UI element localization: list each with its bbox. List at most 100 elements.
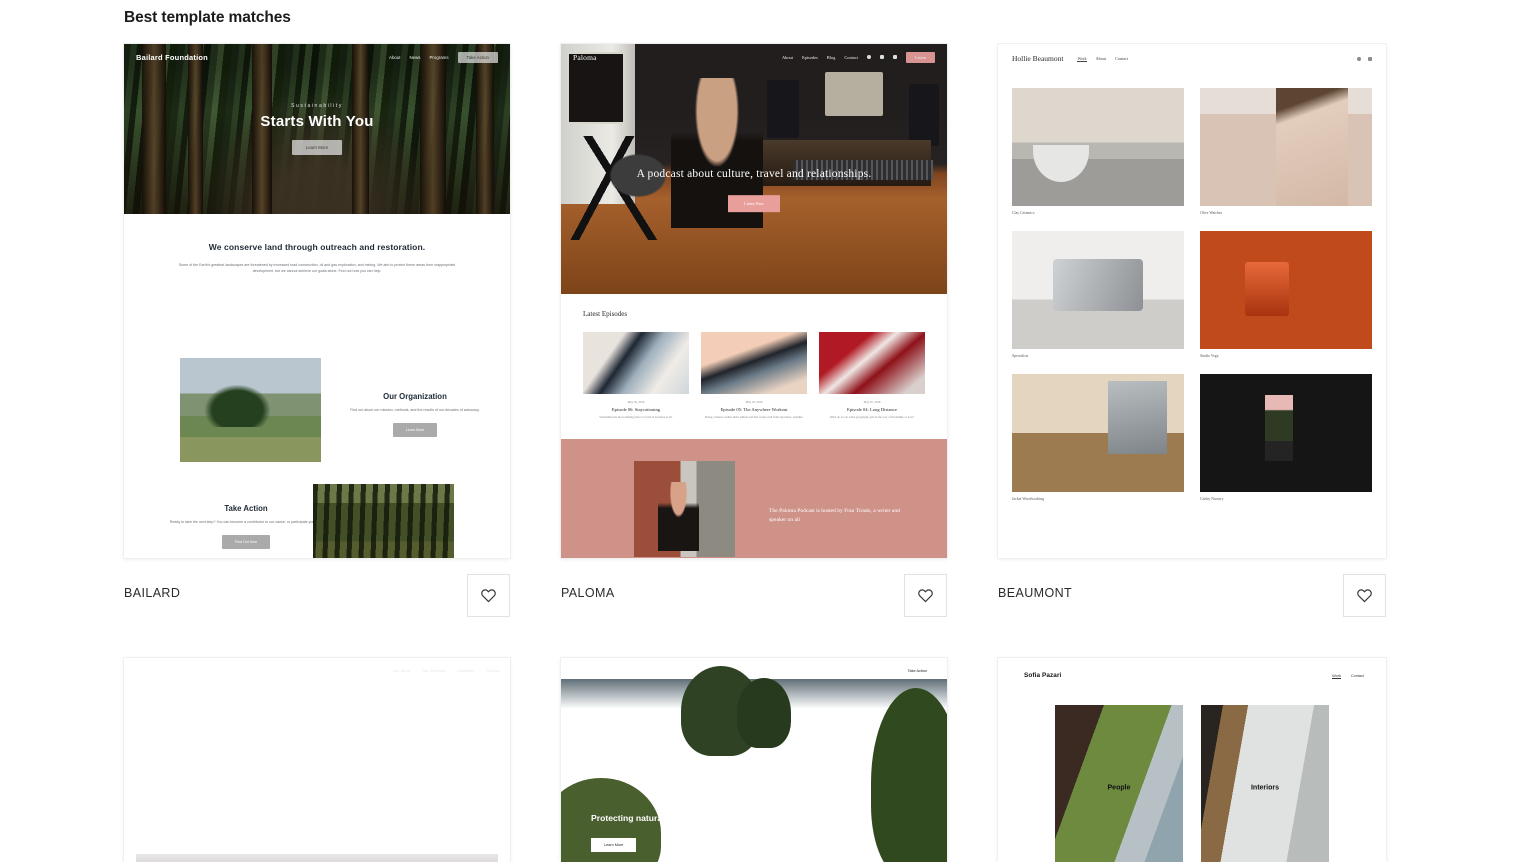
nav-link-contact: Contact [1115,55,1129,61]
gallery-caption: Specialists [1012,354,1029,358]
nolan-feature-image [136,854,498,862]
clarkson-brand: Clarkson [591,666,618,672]
template-name-paloma: PALOMA [561,586,615,600]
instagram-icon [851,668,855,672]
decorative-speaker [909,84,939,146]
episode-date: May 30, 2019 [627,400,645,404]
episode-artwork [819,332,925,394]
hero-eyebrow: Sustainability [291,103,343,109]
template-card-bailard[interactable]: Bailard Foundation About News Programs T… [124,44,510,617]
nav-link-work: Work [1077,55,1087,62]
hero-title: Starts With You [260,113,374,130]
gallery-item: Jacket Woodworking [1012,374,1184,501]
bailard-intro: We conserve land through outreach and re… [124,214,510,275]
instagram-icon [1357,56,1361,61]
gallery-label: People [1107,784,1131,791]
bailard-site-preview: Bailard Foundation About News Programs T… [124,44,510,558]
bailard-nav-links: About News Programs Take Action [389,51,498,63]
nav-link-programs: Programs [429,54,449,60]
paloma-hero-text: A podcast about culture, travel and rela… [561,166,947,212]
beaumont-gallery: Clay Ceramics Olive Watches Specialists [1012,88,1372,501]
instagram-icon [867,55,872,59]
organization-learn-more-button: Learn More [392,422,438,437]
nav-link-about: About [774,668,785,672]
twitter-icon [1368,56,1372,61]
nolan-nav-links: Our Work Our Services Company Contact [393,668,500,673]
paloma-hero: Paloma About Episodes Blog Contact Liste… [561,44,947,294]
gallery-image [1200,231,1372,349]
template-card-nolan[interactable]: Nolan & Co Our Work Our Services Company… [124,658,510,862]
episode-artwork [583,332,689,394]
heart-icon [1357,589,1372,603]
decorative-tree [737,678,791,748]
episodes-heading: Latest Episodes [583,310,628,318]
episode-title: Episode 06: Staycationing [611,407,661,412]
gallery-caption: Olive Watches [1200,211,1223,215]
template-preview-paloma[interactable]: Paloma About Episodes Blog Contact Liste… [561,44,947,558]
template-preview-nolan[interactable]: Nolan & Co Our Work Our Services Company… [124,658,510,862]
hero-learn-more-button: Learn More [291,140,343,155]
heart-icon [918,589,933,603]
gallery-image [1012,88,1184,206]
nav-link-blog: Blog [826,54,836,60]
gallery-image [1012,231,1184,349]
episodes-row: May 30, 2019 Episode 06: Staycationing S… [583,332,925,420]
paloma-episodes-section: Latest Episodes May 30, 2019 Episode 06:… [561,294,947,439]
episode-date: May 07, 2019 [863,400,881,404]
episode-artwork [701,332,807,394]
template-preview-bailard[interactable]: Bailard Foundation About News Programs T… [124,44,510,558]
gallery-item: Studio Vega [1200,231,1372,358]
episode-date: May 18, 2019 [745,400,763,404]
section-body: Some of the Earth's greatest landscapes … [178,263,456,274]
template-card-beaumont[interactable]: Hollie Beaumont Work About Contact Clay … [998,44,1386,617]
sofia-nav-links: Work Contact [1332,674,1364,679]
section-heading: We conserve land through outreach and re… [208,242,426,252]
gallery-caption: Jacket Woodworking [1012,497,1044,501]
clarkson-hero-title: Protecting natural habitats from extinct… [591,812,767,823]
template-card-paloma[interactable]: Paloma About Episodes Blog Contact Liste… [561,44,947,617]
sofia-gallery: People Interiors [1055,705,1329,862]
heart-icon [481,589,496,603]
gallery-item: Specialists [1012,231,1184,358]
gallery-item: Olive Watches [1200,88,1372,215]
take-action-heading: Take Action [224,504,268,513]
nav-take-action-button: Take Action [457,51,498,63]
nav-listen-button: Listen [906,51,935,63]
gallery-caption: Studio Vega [1200,354,1219,358]
gallery-item: People [1055,705,1183,862]
paloma-navbar: Paloma About Episodes Blog Contact Liste… [561,44,947,70]
episode-title: Episode 05: The Anywhere Workout [720,407,788,412]
template-preview-clarkson[interactable]: Clarkson About Causes Donate Take Action… [561,658,947,862]
decorative-panel [825,72,883,116]
nav-link-news: News [409,54,421,60]
template-name-beaumont: BEAUMONT [998,586,1073,600]
nolan-hero-title: Nolan & Co is a digital product agency t… [136,745,416,783]
organization-heading: Our Organization [383,392,447,401]
facebook-icon [893,55,898,59]
template-preview-sofia[interactable]: Sofia Pazari Work Contact People Interio… [998,658,1386,862]
template-card-clarkson[interactable]: Clarkson About Causes Donate Take Action… [561,658,947,862]
host-portrait [634,461,735,557]
beaumont-site-preview: Hollie Beaumont Work About Contact Clay … [998,44,1386,558]
template-card-sofia[interactable]: Sofia Pazari Work Contact People Interio… [998,658,1386,862]
favorite-button-bailard[interactable] [467,574,510,617]
gallery-caption: Grisby Nursery [1200,497,1224,501]
hero-title: A podcast about culture, travel and rela… [636,168,872,181]
sofia-brand: Sofia Pazari [1024,672,1062,679]
gallery-image [1200,374,1372,492]
gallery-label: Interiors [1250,784,1279,791]
gallery-item: Clay Ceramics [1012,88,1184,215]
template-grid: Bailard Foundation About News Programs T… [124,44,1386,862]
nav-link-our-services: Our Services [421,668,446,673]
nav-link-causes: Causes [791,668,804,672]
paloma-site-preview: Paloma About Episodes Blog Contact Liste… [561,44,947,558]
facebook-icon [829,668,833,672]
gallery-image [1012,374,1184,492]
favorite-button-paloma[interactable] [904,574,947,617]
clarkson-learn-more-button: Learn More [591,838,637,852]
template-footer: BEAUMONT [998,574,1386,617]
favorite-button-beaumont[interactable] [1343,574,1386,617]
template-preview-beaumont[interactable]: Hollie Beaumont Work About Contact Clay … [998,44,1386,558]
beaumont-social-links [1357,56,1372,61]
nav-link-episodes: Episodes [801,54,818,60]
